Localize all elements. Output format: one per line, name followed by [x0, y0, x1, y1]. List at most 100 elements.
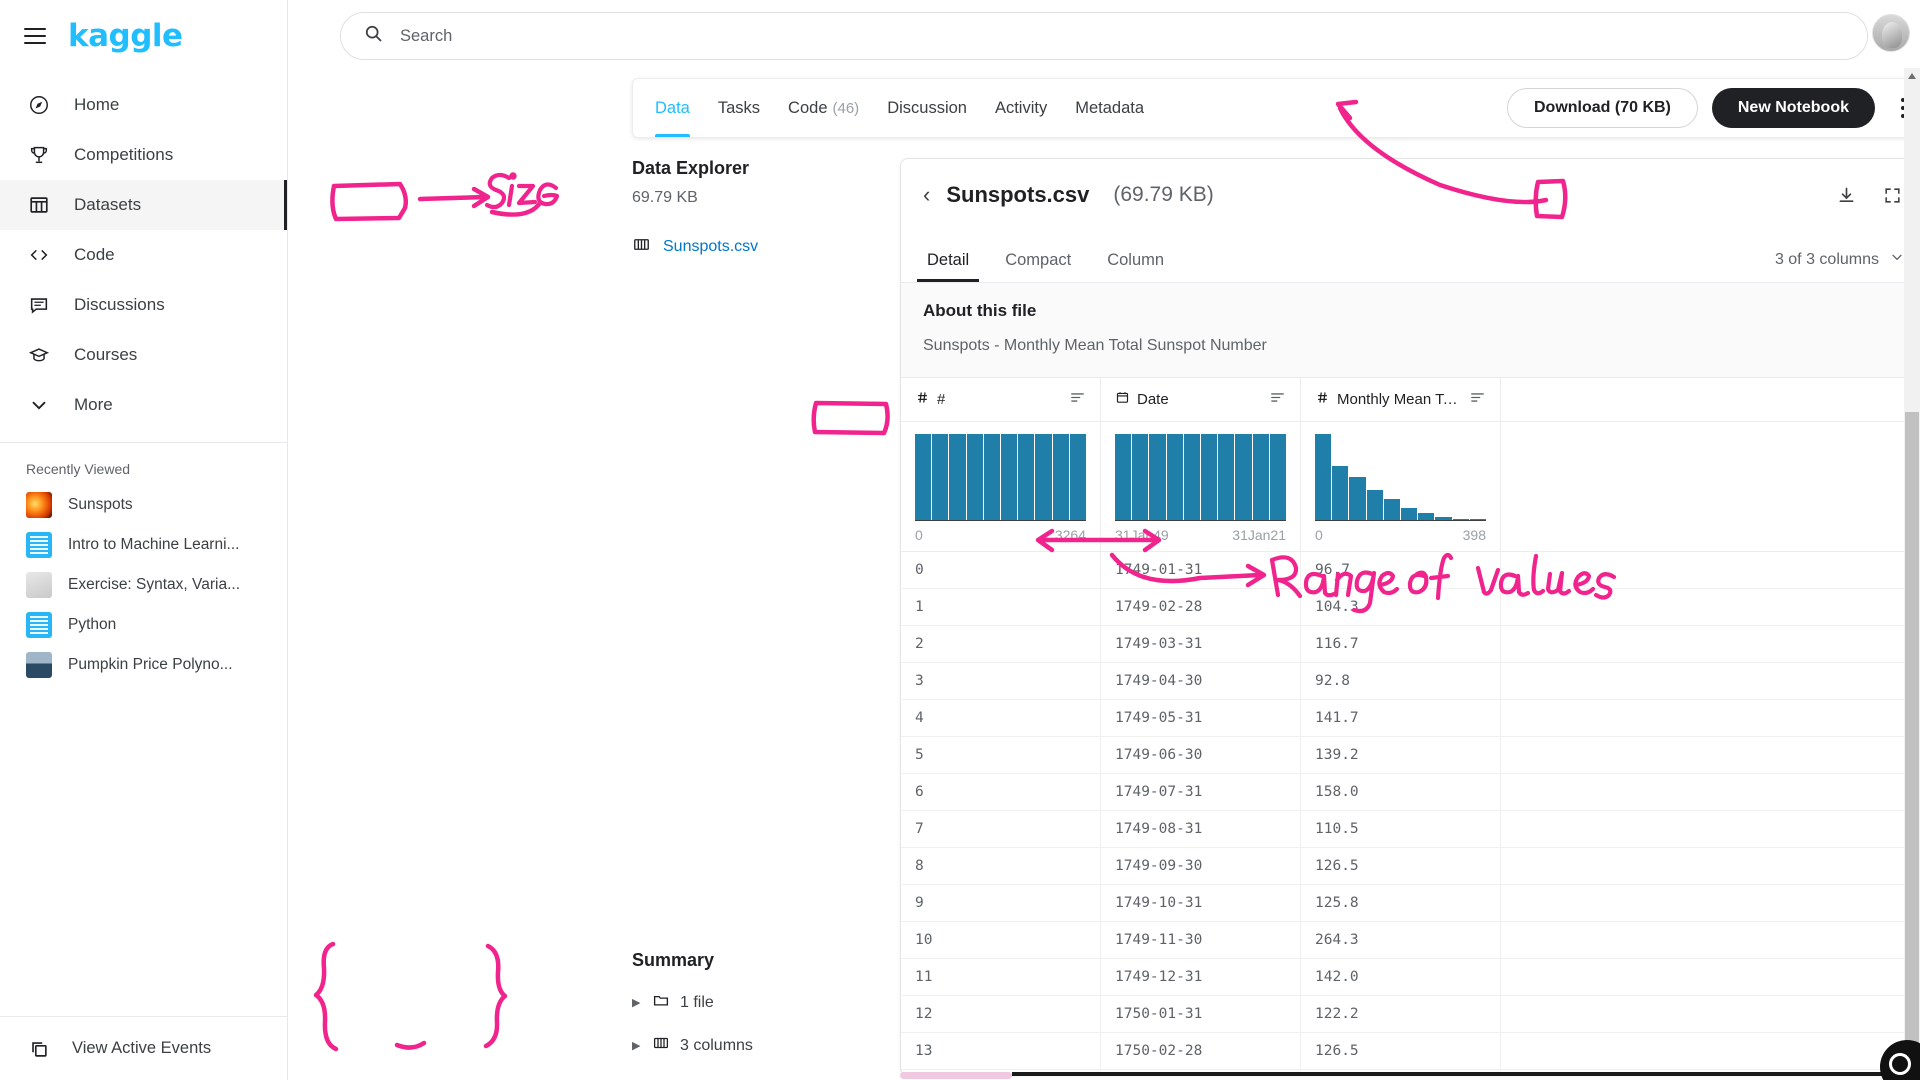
sidebar-item-competitions[interactable]: Competitions: [0, 130, 287, 180]
expand-caret-icon[interactable]: ▶: [632, 996, 642, 1009]
file-tab-column[interactable]: Column: [1103, 251, 1168, 282]
file-tab-label: Column: [1107, 251, 1165, 269]
page-scrollbar[interactable]: [1904, 68, 1920, 1080]
histogram-bar: [932, 434, 949, 520]
download-button[interactable]: Download (70 KB): [1506, 88, 1698, 128]
column-histograms-row: 0 3264 31Jan49 31Jan21 0 398: [901, 422, 1920, 552]
tab-metadata[interactable]: Metadata: [1075, 79, 1144, 137]
table-cell: 8: [901, 848, 1101, 884]
view-active-events-button[interactable]: View Active Events: [0, 1016, 287, 1080]
sidebar-item-datasets[interactable]: Datasets: [0, 180, 287, 230]
table-cell: 2: [901, 626, 1101, 662]
expand-caret-icon[interactable]: ▶: [632, 1039, 642, 1052]
sidebar-item-home[interactable]: Home: [0, 80, 287, 130]
data-explorer: Data Explorer 69.79 KB Sunspots.csv: [632, 158, 900, 259]
file-tab-label: Detail: [927, 251, 970, 269]
summary-row-columns[interactable]: ▶ 3 columns: [632, 1034, 912, 1057]
table-cell: 11: [901, 959, 1101, 995]
recently-viewed-title: Recently Viewed: [26, 461, 131, 477]
table-cell: 1: [901, 589, 1101, 625]
sort-icon[interactable]: [1069, 389, 1086, 410]
search-input[interactable]: Search: [340, 12, 1868, 60]
table-cell: 1749-03-31: [1101, 626, 1301, 662]
table-row[interactable]: 6 1749-07-31 158.0: [901, 774, 1920, 811]
summary-row-files[interactable]: ▶ 1 file: [632, 991, 912, 1014]
table-row[interactable]: 4 1749-05-31 141.7: [901, 700, 1920, 737]
avatar[interactable]: [1872, 14, 1910, 52]
table-row[interactable]: 5 1749-06-30 139.2: [901, 737, 1920, 774]
fullscreen-icon[interactable]: [1879, 182, 1905, 208]
table-header-row: # Date Monthly Mean To...: [901, 378, 1920, 422]
new-notebook-button[interactable]: New Notebook: [1711, 88, 1875, 128]
table-row[interactable]: 10 1749-11-30 264.3: [901, 922, 1920, 959]
download-icon[interactable]: [1833, 182, 1859, 208]
table-row[interactable]: 9 1749-10-31 125.8: [901, 885, 1920, 922]
table-row[interactable]: 8 1749-09-30 126.5: [901, 848, 1920, 885]
table-row[interactable]: 12 1750-01-31 122.2: [901, 996, 1920, 1033]
table-horizontal-scrollbar[interactable]: [900, 1072, 1920, 1079]
table-cell: 1749-07-31: [1101, 774, 1301, 810]
folder-icon: [652, 991, 670, 1014]
sidebar-item-label: Code: [74, 245, 115, 264]
hamburger-icon[interactable]: [24, 28, 46, 44]
scroll-up-arrow-icon[interactable]: [1908, 73, 1916, 79]
sidebar-item-code[interactable]: Code: [0, 230, 287, 280]
column-count-selector[interactable]: 3 of 3 columns: [1775, 249, 1905, 282]
sort-icon[interactable]: [1269, 389, 1286, 410]
tab-data[interactable]: Data: [655, 79, 690, 137]
tab-tasks[interactable]: Tasks: [718, 79, 760, 137]
file-tab-compact[interactable]: Compact: [1001, 251, 1075, 282]
file-card-header: ‹ Sunspots.csv (69.79 KB): [901, 159, 1920, 231]
back-chevron-icon[interactable]: ‹: [923, 184, 930, 206]
sort-icon[interactable]: [1469, 389, 1486, 410]
histogram-max-label: 31Jan21: [1232, 527, 1286, 543]
sidebar-item-more[interactable]: More: [0, 380, 287, 430]
recent-item-label: Python: [68, 616, 117, 633]
stack-icon: [26, 1036, 52, 1062]
file-tab-detail[interactable]: Detail: [916, 251, 980, 282]
histogram-axis-labels: 31Jan49 31Jan21: [1115, 527, 1286, 543]
dataset-tabbar: Data Tasks Code (46) Discussion Activity…: [632, 78, 1920, 138]
search-wrapper: Search: [288, 0, 1920, 60]
table-row[interactable]: 13 1750-02-28 126.5: [901, 1033, 1920, 1070]
recent-item-sunspots[interactable]: Sunspots: [0, 485, 287, 525]
tab-label: Data: [655, 98, 690, 117]
table-row[interactable]: 0 1749-01-31 96.7: [901, 552, 1920, 589]
recent-item-python[interactable]: Python: [0, 605, 287, 645]
table-cell: 142.0: [1301, 959, 1501, 995]
course-thumbnail-icon: [26, 532, 52, 558]
table-cell: 1749-06-30: [1101, 737, 1301, 773]
comment-icon: [26, 292, 52, 318]
hash-icon: [1315, 390, 1330, 409]
recent-item-pumpkin-price[interactable]: Pumpkin Price Polyno...: [0, 645, 287, 685]
kaggle-logo[interactable]: kaggle: [68, 20, 183, 52]
file-title: Sunspots.csv: [946, 182, 1090, 207]
tab-code[interactable]: Code (46): [788, 79, 859, 137]
table-row[interactable]: 7 1749-08-31 110.5: [901, 811, 1920, 848]
compass-icon: [26, 92, 52, 118]
tab-discussion[interactable]: Discussion: [887, 79, 967, 137]
histogram-bar: [1418, 513, 1435, 520]
table-cell: 1750-01-31: [1101, 996, 1301, 1032]
tab-activity[interactable]: Activity: [995, 79, 1047, 137]
notebook-thumbnail-icon: [26, 572, 52, 598]
explorer-file-sunspots-csv[interactable]: Sunspots.csv: [632, 235, 900, 259]
sidebar-item-discussions[interactable]: Discussions: [0, 280, 287, 330]
histogram-bar: [1366, 489, 1383, 520]
recent-item-intro-to-ml[interactable]: Intro to Machine Learni...: [0, 525, 287, 565]
histogram-bar: [1469, 519, 1487, 520]
table-row[interactable]: 2 1749-03-31 116.7: [901, 626, 1920, 663]
sidebar-item-courses[interactable]: Courses: [0, 330, 287, 380]
table-cell: 1749-08-31: [1101, 811, 1301, 847]
recent-item-exercise-syntax[interactable]: Exercise: Syntax, Varia...: [0, 565, 287, 605]
table-row[interactable]: 1 1749-02-28 104.3: [901, 589, 1920, 626]
table-header-monthly-mean: Monthly Mean To...: [1301, 378, 1501, 421]
table-row[interactable]: 3 1749-04-30 92.8: [901, 663, 1920, 700]
tab-label: Metadata: [1075, 98, 1145, 117]
page-scrollbar-thumb[interactable]: [1905, 412, 1919, 1080]
table-body: 0 1749-01-31 96.7 1 1749-02-28 104.3 2 1749-03-…: [901, 552, 1920, 1070]
histogram-min-label: 0: [1315, 527, 1323, 543]
table-row[interactable]: 11 1749-12-31 142.0: [901, 959, 1920, 996]
main-area: Search Data Tasks Code (46) Discussion A…: [288, 0, 1920, 1080]
data-table: # Date Monthly Mean To... 0 3264 31Jan49…: [901, 378, 1920, 1070]
